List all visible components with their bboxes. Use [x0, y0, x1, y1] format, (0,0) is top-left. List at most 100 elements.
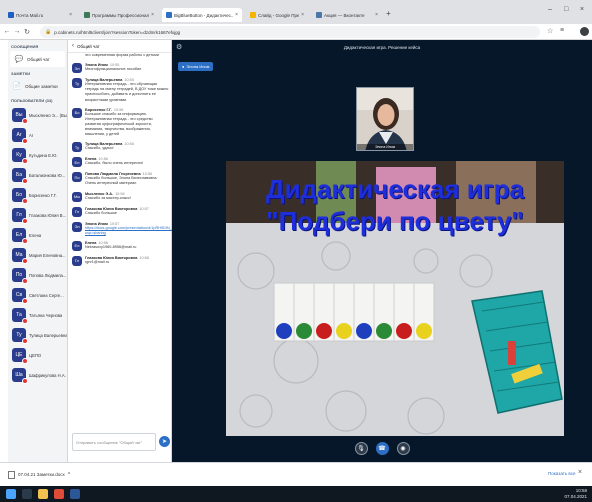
browser-tab[interactable]: Почта Mail.ru × [4, 8, 76, 22]
new-tab-icon[interactable]: + [386, 9, 391, 18]
word-icon[interactable] [70, 489, 80, 499]
send-button[interactable]: ➤ [159, 436, 170, 447]
user-list-item[interactable]: Ку Кутьдина Е.Ю. [8, 145, 67, 165]
user-name: Шафрикулова Н.А. [29, 372, 66, 378]
user-list-item[interactable]: Ша Шафрикулова Н.А. [8, 365, 67, 385]
message-link[interactable]: https://docs.google.com/presentation/d/1… [85, 226, 172, 236]
webcam-video[interactable]: Элона Ином [356, 87, 414, 151]
chat-message-text: Спасибо, удачи! [85, 146, 114, 151]
close-window-icon[interactable]: × [580, 6, 584, 13]
camera-button[interactable]: ◉ [396, 441, 410, 455]
user-name: Мария Еленовна... [29, 252, 66, 258]
user-list-item[interactable]: Ма Мария Еленовна... [8, 245, 67, 265]
avatar: ЦЕ [12, 348, 28, 364]
minimize-icon[interactable]: – [548, 6, 552, 13]
shared-notes-item[interactable]: 📄 Общие заметки [8, 78, 67, 94]
avatar: Ar [12, 128, 28, 144]
audio-button[interactable]: ☎ [375, 441, 389, 455]
chevron-up-icon[interactable]: ^ [68, 472, 70, 478]
user-list-item[interactable]: Св Светлана Серге... [8, 285, 67, 305]
webcam-person-image [357, 88, 413, 150]
public-chat-item[interactable]: 💬 Общий чат [10, 51, 65, 67]
muted-mic-icon [22, 358, 28, 364]
microphone-button[interactable]: 🎙 [354, 441, 368, 455]
chat-message-input[interactable]: Отправить сообщение "Общий чат" [72, 433, 156, 451]
tab-label: Программы Профессиональн... [92, 12, 150, 18]
avatar: Гл [72, 255, 82, 266]
download-item[interactable]: 07.04.21 Заметки.docx ^ [8, 468, 70, 481]
browser-tab[interactable]: Программы Профессиональн... × [80, 8, 158, 22]
chat-header[interactable]: ‹ Общий чат [68, 40, 171, 53]
message-author: Мысленко Э.А. [85, 191, 114, 196]
file-explorer-icon[interactable] [38, 489, 48, 499]
user-name: ЦЕПО [29, 352, 42, 358]
avatar: Ку [12, 148, 28, 164]
show-all-link[interactable]: Показать все [548, 471, 575, 476]
muted-mic-icon [22, 298, 28, 304]
muted-mic-icon [22, 198, 28, 204]
avatar: Вы [12, 108, 28, 124]
user-list-item[interactable]: Та Татьяна Чернова [8, 305, 67, 325]
chat-message: Гл Глазкова Юлия Викторовна 10:57 Спасибо б… [68, 204, 172, 219]
url-input[interactable]: 🔒 p.cabinets.ru/html5client/join?session… [40, 26, 540, 38]
media-controls: 🎙 ☎ ◉ [172, 439, 592, 457]
extension-icon[interactable]: ≡ [560, 27, 564, 34]
chat-message: Бо Борисенко Г.Г. 10:56 Большое спасибо за … [68, 105, 172, 140]
webcam-name: Элона Ином [357, 144, 413, 150]
close-icon[interactable]: × [301, 12, 304, 18]
close-icon[interactable]: × [578, 469, 582, 476]
avatar: Бо [72, 107, 82, 118]
chat-panel: ‹ Общий чат это современная форма работы… [68, 40, 172, 462]
user-list-item[interactable]: Бо Борисенко Г.Г. [8, 185, 67, 205]
search-icon[interactable] [22, 489, 32, 499]
avatar: Эл [72, 63, 82, 74]
tab-label: Слайд - Google Презентации [258, 12, 300, 18]
chat-title: Общий чат [77, 43, 100, 49]
muted-mic-icon [22, 218, 28, 224]
presentation-slide[interactable]: Дидактическая игра "Подбери по цвету" [226, 161, 564, 436]
chat-message: Гл Глазкова Юлия Викторовна 10:58 rgnr1@mai… [68, 253, 172, 268]
message-list[interactable]: это современная форма работы с детьми Эл Э… [68, 53, 172, 427]
close-icon[interactable]: × [69, 12, 72, 18]
chat-message-text: Многофункциональное пособие [85, 67, 142, 72]
user-name: Светлана Серге... [29, 292, 64, 298]
bookmark-star-icon[interactable]: ☆ [547, 27, 553, 35]
notes-icon: 📄 [12, 83, 22, 90]
reload-icon[interactable]: ↻ [22, 28, 32, 36]
color-circle [396, 323, 412, 339]
browser-tab[interactable]: Слайд - Google Презентации × [246, 8, 308, 22]
chat-bubble-icon: 💬 [14, 56, 24, 63]
browser-tab[interactable]: Акция — Вконтакте × [312, 8, 382, 22]
user-list-item[interactable]: Гл Глазкова Юлия В... [8, 205, 67, 225]
user-list-item[interactable]: Ту Тулица Валерьевна [8, 325, 67, 345]
close-icon[interactable]: × [151, 12, 154, 18]
user-list-item[interactable]: Ба Баталионкова Ю... [8, 165, 67, 185]
user-list-item[interactable]: Вы Мыскленко Э... (Вы) [8, 105, 67, 125]
browser-tab-active[interactable]: BigBlueButton - Дидактичес... × [162, 8, 242, 22]
user-name: Тулица Валерьевна [29, 332, 67, 338]
user-list-item[interactable]: Ar Ar [8, 125, 67, 145]
user-name: Кутьдина Е.Ю. [29, 152, 58, 158]
send-icon: ➤ [161, 439, 168, 445]
close-icon[interactable]: × [235, 12, 238, 18]
message-time: 10:57 [139, 206, 149, 211]
presenter-button[interactable]: ● Элона Ином [178, 62, 214, 71]
user-list-item[interactable]: По Попова Людмила... [8, 265, 67, 285]
user-name: Мыскленко Э... (Вы) [29, 112, 67, 118]
chevron-left-icon[interactable]: ‹ [72, 43, 74, 49]
message-time: 10:56 [115, 191, 125, 196]
chrome-icon[interactable] [54, 489, 64, 499]
avatar: Ел [72, 240, 82, 251]
maximize-icon[interactable]: □ [564, 6, 568, 13]
user-list-item[interactable]: ЦЕ ЦЕПО [8, 345, 67, 365]
user-list-item[interactable]: Ел Елена [8, 225, 67, 245]
mail-favicon-icon [8, 12, 14, 18]
chat-message: По Попова Людмила Георгиевна 10:56 Спасибо … [68, 169, 172, 188]
profile-avatar[interactable] [580, 27, 589, 36]
system-clock: 10:58 07.04.2021 [564, 488, 587, 500]
color-circle [416, 323, 432, 339]
windows-start-icon[interactable] [6, 489, 16, 499]
close-icon[interactable]: × [375, 12, 378, 18]
forward-icon[interactable]: → [12, 28, 22, 35]
back-icon[interactable]: ← [2, 28, 12, 35]
